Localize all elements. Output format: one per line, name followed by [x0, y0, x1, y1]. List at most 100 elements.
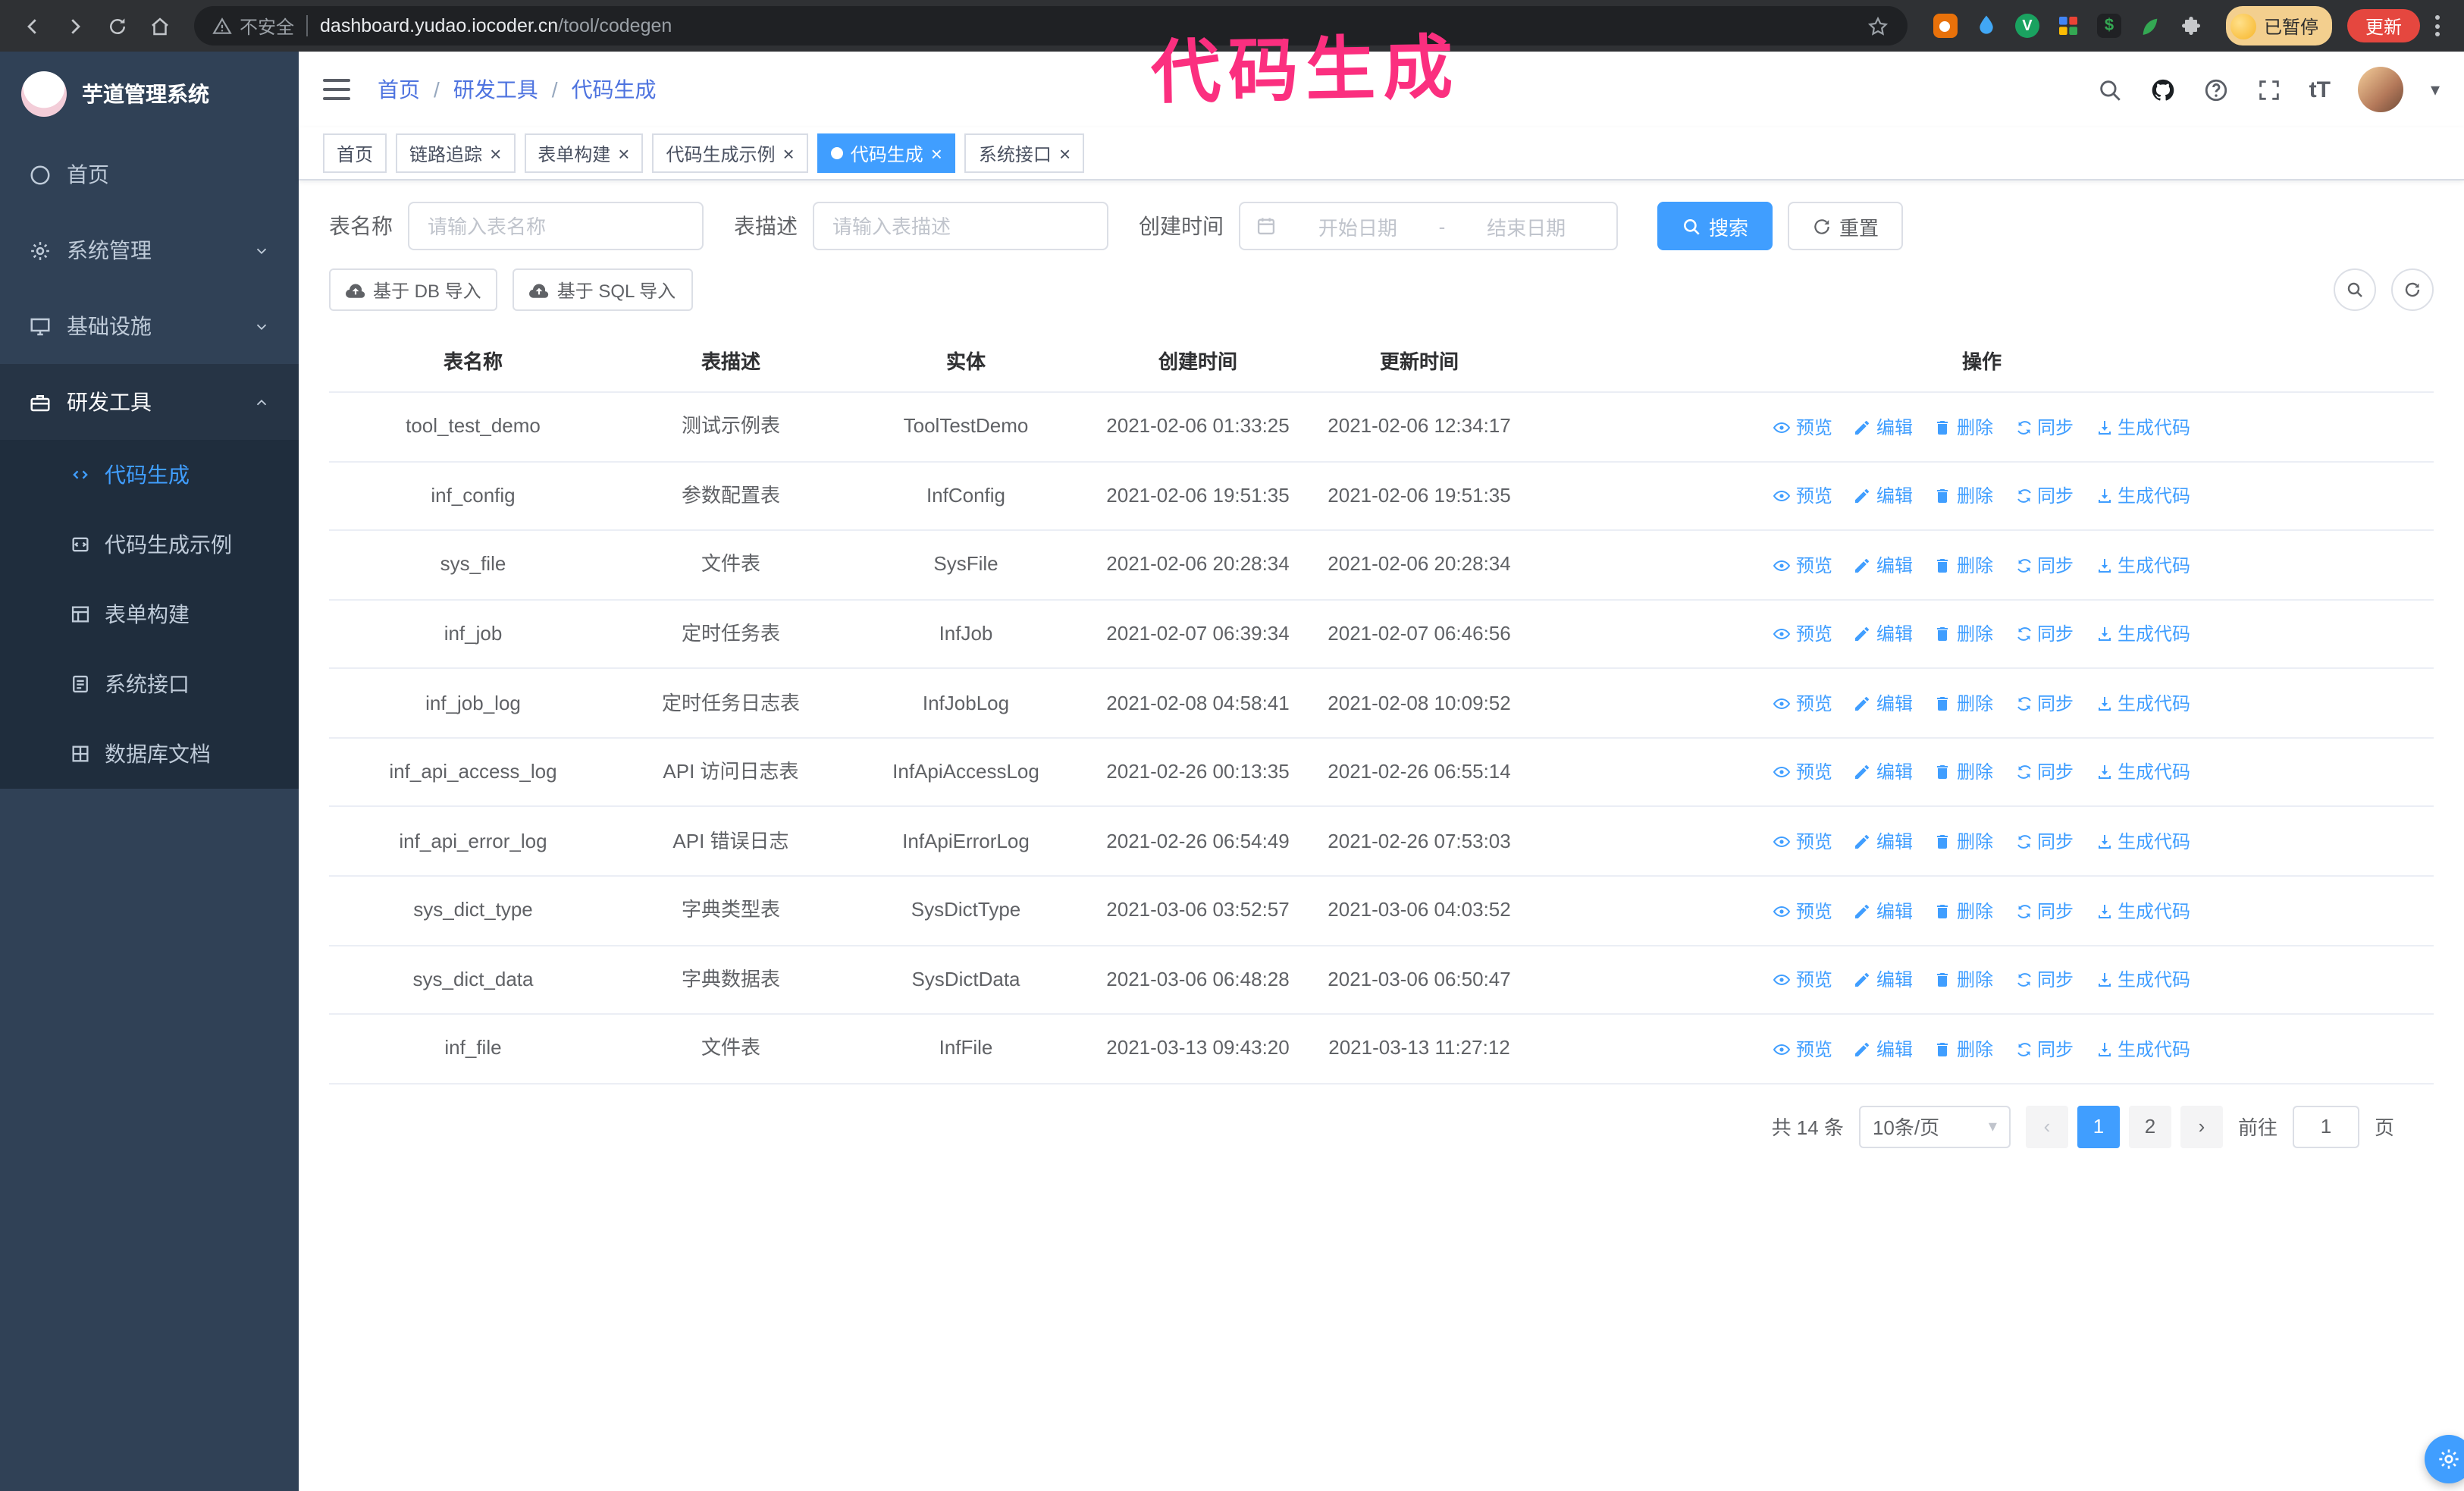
user-avatar[interactable]	[2357, 67, 2403, 112]
tab-home[interactable]: 首页	[323, 133, 387, 173]
preview-link[interactable]: 预览	[1773, 479, 1832, 513]
help-icon[interactable]	[2203, 77, 2229, 102]
sidebar-item-codegen-example[interactable]: 代码生成示例	[0, 510, 299, 579]
back-icon[interactable]	[12, 6, 52, 46]
address-bar[interactable]: 不安全 dashboard.yudao.iocoder.cn/tool/code…	[194, 6, 1908, 46]
close-icon[interactable]: ×	[490, 143, 501, 163]
security-warning[interactable]: 不安全	[212, 13, 294, 39]
sync-link[interactable]: 同步	[2014, 618, 2074, 651]
preview-link[interactable]: 预览	[1773, 548, 1832, 582]
user-menu-caret-icon[interactable]: ▾	[2431, 79, 2440, 100]
preview-link[interactable]: 预览	[1773, 618, 1832, 651]
sync-link[interactable]: 同步	[2014, 963, 2074, 997]
edit-link[interactable]: 编辑	[1854, 825, 1913, 859]
tab-system-api[interactable]: 系统接口 ×	[964, 133, 1085, 173]
edit-link[interactable]: 编辑	[1854, 894, 1913, 928]
sidebar-item-db-docs[interactable]: 数据库文档	[0, 719, 299, 789]
sync-link[interactable]: 同步	[2014, 548, 2074, 582]
extension-icon[interactable]	[2055, 12, 2082, 39]
create-time-range-picker[interactable]: 开始日期 - 结束日期	[1239, 202, 1618, 250]
reload-icon[interactable]	[97, 6, 136, 46]
goto-page-input[interactable]	[2292, 1105, 2359, 1148]
delete-link[interactable]: 删除	[1934, 825, 1993, 859]
sync-link[interactable]: 同步	[2014, 479, 2074, 513]
delete-link[interactable]: 删除	[1934, 410, 1993, 444]
tab-codegen[interactable]: 代码生成 ×	[817, 133, 956, 173]
extension-icon[interactable]	[1973, 12, 2000, 39]
edit-link[interactable]: 编辑	[1854, 1032, 1913, 1066]
table-name-input[interactable]	[408, 202, 704, 250]
prev-page-button[interactable]: ‹	[2025, 1105, 2068, 1148]
edit-link[interactable]: 编辑	[1854, 618, 1913, 651]
preview-link[interactable]: 预览	[1773, 825, 1832, 859]
tab-tracing[interactable]: 链路追踪 ×	[396, 133, 516, 173]
close-icon[interactable]: ×	[783, 143, 795, 163]
font-size-icon[interactable]: tT	[2309, 77, 2331, 102]
reset-button[interactable]: 重置	[1788, 202, 1904, 250]
preview-link[interactable]: 预览	[1773, 756, 1832, 789]
extension-icon[interactable]	[1932, 12, 1959, 39]
breadcrumb-item-dev-tools[interactable]: 研发工具	[453, 74, 538, 105]
delete-link[interactable]: 删除	[1934, 479, 1993, 513]
table-desc-input[interactable]	[813, 202, 1108, 250]
delete-link[interactable]: 删除	[1934, 1032, 1993, 1066]
browser-menu-icon[interactable]	[2435, 15, 2440, 36]
import-sql-button[interactable]: 基于 SQL 导入	[513, 268, 693, 311]
generate-code-link[interactable]: 生成代码	[2095, 756, 2190, 789]
breadcrumb-item-home[interactable]: 首页	[378, 74, 420, 105]
sync-link[interactable]: 同步	[2014, 1032, 2074, 1066]
search-button[interactable]: 搜索	[1657, 202, 1773, 250]
extension-icon[interactable]	[2096, 12, 2123, 39]
forward-icon[interactable]	[55, 6, 94, 46]
home-icon[interactable]	[140, 6, 179, 46]
preview-link[interactable]: 预览	[1773, 1032, 1832, 1066]
edit-link[interactable]: 编辑	[1854, 687, 1913, 720]
page-button-2[interactable]: 2	[2128, 1105, 2171, 1148]
generate-code-link[interactable]: 生成代码	[2095, 1032, 2190, 1066]
generate-code-link[interactable]: 生成代码	[2095, 548, 2190, 582]
extension-icon[interactable]	[2136, 12, 2164, 39]
sync-link[interactable]: 同步	[2014, 410, 2074, 444]
close-icon[interactable]: ×	[1059, 143, 1071, 163]
edit-link[interactable]: 编辑	[1854, 756, 1913, 789]
generate-code-link[interactable]: 生成代码	[2095, 687, 2190, 720]
edit-link[interactable]: 编辑	[1854, 479, 1913, 513]
delete-link[interactable]: 删除	[1934, 687, 1993, 720]
sidebar-item-codegen[interactable]: 代码生成	[0, 440, 299, 510]
bookmark-star-icon[interactable]	[1867, 14, 1889, 37]
sidebar-item-system[interactable]: 系统管理	[0, 212, 299, 288]
close-icon[interactable]: ×	[931, 143, 942, 163]
generate-code-link[interactable]: 生成代码	[2095, 894, 2190, 928]
menu-fold-icon[interactable]	[323, 79, 350, 100]
sidebar-item-infrastructure[interactable]: 基础设施	[0, 288, 299, 364]
delete-link[interactable]: 删除	[1934, 963, 1993, 997]
generate-code-link[interactable]: 生成代码	[2095, 410, 2190, 444]
close-icon[interactable]: ×	[618, 143, 629, 163]
generate-code-link[interactable]: 生成代码	[2095, 479, 2190, 513]
page-size-select[interactable]: 10条/页 ▾	[1858, 1105, 2011, 1148]
preview-link[interactable]: 预览	[1773, 963, 1832, 997]
refresh-table-button[interactable]	[2391, 268, 2434, 311]
tab-codegen-example[interactable]: 代码生成示例 ×	[652, 133, 808, 173]
sidebar-item-dev-tools[interactable]: 研发工具	[0, 364, 299, 440]
delete-link[interactable]: 删除	[1934, 618, 1993, 651]
edit-link[interactable]: 编辑	[1854, 963, 1913, 997]
browser-update-button[interactable]: 更新	[2346, 9, 2420, 42]
delete-link[interactable]: 删除	[1934, 894, 1993, 928]
sync-link[interactable]: 同步	[2014, 687, 2074, 720]
generate-code-link[interactable]: 生成代码	[2095, 618, 2190, 651]
sync-link[interactable]: 同步	[2014, 894, 2074, 928]
profile-paused-badge[interactable]: 已暂停	[2225, 6, 2332, 46]
search-icon[interactable]	[2097, 77, 2123, 102]
github-icon[interactable]	[2150, 77, 2176, 102]
sidebar-item-form-builder[interactable]: 表单构建	[0, 579, 299, 649]
sidebar-item-home[interactable]: 首页	[0, 137, 299, 212]
edit-link[interactable]: 编辑	[1854, 548, 1913, 582]
generate-code-link[interactable]: 生成代码	[2095, 825, 2190, 859]
sidebar-item-system-api[interactable]: 系统接口	[0, 649, 299, 719]
preview-link[interactable]: 预览	[1773, 687, 1832, 720]
delete-link[interactable]: 删除	[1934, 756, 1993, 789]
tab-form-builder[interactable]: 表单构建 ×	[524, 133, 644, 173]
sync-link[interactable]: 同步	[2014, 825, 2074, 859]
import-db-button[interactable]: 基于 DB 导入	[329, 268, 498, 311]
